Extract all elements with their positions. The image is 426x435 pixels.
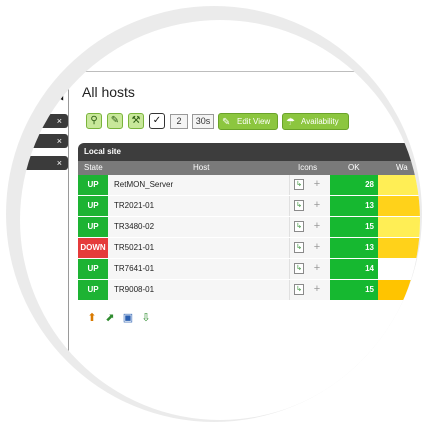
header-divider (70, 71, 420, 72)
icons-cell: ↳ + (290, 196, 330, 216)
host-link[interactable]: TR9008-01 (108, 280, 290, 300)
left-panel-border (68, 71, 69, 371)
edit-view-label: Edit View (237, 117, 271, 126)
warn-count[interactable]: 1 (378, 217, 420, 237)
close-icon: × (56, 158, 62, 168)
ok-count[interactable]: 14 (330, 259, 378, 279)
state-badge: UP (78, 217, 108, 237)
col-host[interactable]: Host (193, 161, 209, 175)
graph-icon[interactable]: + (312, 221, 322, 232)
pencil-icon: ✎ (222, 117, 231, 128)
filter-icon[interactable]: ✎ (107, 113, 123, 129)
graph-icon[interactable]: + (312, 242, 322, 253)
page-title: All hosts (82, 84, 135, 100)
table-row[interactable]: UPTR2021-01↳+132 (78, 196, 420, 217)
host-link[interactable]: RetMON_Server (108, 175, 290, 195)
close-tab-button-1[interactable]: × (20, 114, 68, 128)
table-row[interactable]: UPTR3480-02↳+151 (78, 217, 420, 238)
refresh-interval-box[interactable]: 30s (192, 114, 214, 129)
table-row[interactable]: DOWNTR5021-01↳+131 (78, 238, 420, 259)
graph-icon[interactable]: + (312, 200, 322, 211)
warn-count[interactable]: 0 (378, 259, 420, 279)
ok-count[interactable]: 28 (330, 175, 378, 195)
edit-view-button[interactable]: ✎ Edit View (218, 113, 278, 130)
graph-icon[interactable]: + (312, 263, 322, 274)
action-icon[interactable]: ↳ (294, 179, 304, 190)
screen-content: × × × ◀ All hosts ⚲ ✎ ⚒ ✓ 2 30s ✎ Edit V… (20, 20, 420, 420)
col-wa[interactable]: Wa (396, 161, 408, 175)
action-icon[interactable]: ↳ (294, 242, 304, 253)
icons-cell: ↳ + (290, 259, 330, 279)
site-header: Local site (78, 143, 420, 161)
download-icon[interactable]: ⇩ (140, 312, 152, 324)
wrench-icon[interactable]: ⚒ (128, 113, 144, 129)
column-headers: State Host Icons OK Wa (78, 161, 420, 175)
search-icon[interactable]: ⚲ (86, 113, 102, 129)
host-link[interactable]: TR7641-01 (108, 259, 290, 279)
ok-count[interactable]: 15 (330, 280, 378, 300)
table-row[interactable]: UP TR9008-01 ↳ +15 (78, 280, 420, 301)
table-body: UPRetMON_Server↳+281UPTR2021-01↳+132UPTR… (78, 175, 420, 301)
icons-cell: ↳ + (290, 175, 330, 195)
ok-count[interactable]: 13 (330, 238, 378, 258)
action-icon[interactable]: ↳ (294, 284, 304, 295)
graph-icon[interactable]: + (312, 284, 322, 295)
close-tab-button-3[interactable]: × (20, 156, 68, 170)
ok-count[interactable]: 13 (330, 196, 378, 216)
refresh-count-box[interactable]: 2 (170, 114, 188, 129)
action-icon[interactable]: ↳ (294, 221, 304, 232)
circular-frame: × × × ◀ All hosts ⚲ ✎ ⚒ ✓ 2 30s ✎ Edit V… (6, 6, 422, 422)
table-row[interactable]: UPRetMON_Server↳+281 (78, 175, 420, 196)
warn-count[interactable]: 2 (378, 196, 420, 216)
table-row[interactable]: UPTR7641-01↳+140 (78, 259, 420, 280)
state-badge: UP (78, 280, 108, 300)
icons-cell: ↳ + (290, 217, 330, 237)
action-icon[interactable]: ↳ (294, 200, 304, 211)
warn-count[interactable]: 1 (378, 175, 420, 195)
icons-cell: ↳ + (290, 238, 330, 258)
circular-viewport: × × × ◀ All hosts ⚲ ✎ ⚒ ✓ 2 30s ✎ Edit V… (20, 20, 420, 420)
state-badge: DOWN (78, 238, 108, 258)
ok-count[interactable]: 15 (330, 217, 378, 237)
graph-icon[interactable]: + (312, 179, 322, 190)
export-icon[interactable]: ⬆ (86, 312, 98, 324)
col-icons[interactable]: Icons (298, 161, 317, 175)
collapse-arrow-icon[interactable]: ◀ (54, 88, 63, 102)
availability-icon: ☂ (286, 117, 295, 128)
warn-count[interactable] (378, 280, 420, 300)
save-icon[interactable]: ▣ (122, 312, 134, 324)
col-ok[interactable]: OK (348, 161, 360, 175)
col-state[interactable]: State (84, 161, 103, 175)
availability-button[interactable]: ☂ Availability (282, 113, 349, 130)
left-panel-top-border (20, 71, 69, 72)
close-icon: × (56, 116, 62, 126)
close-icon: × (56, 136, 62, 146)
state-badge: UP (78, 259, 108, 279)
host-link[interactable]: TR5021-01 (108, 238, 290, 258)
host-link[interactable]: TR2021-01 (108, 196, 290, 216)
availability-label: Availability (301, 117, 339, 126)
add-icon[interactable]: ⬈ (104, 312, 116, 324)
icons-cell: ↳ + (290, 280, 330, 300)
host-link[interactable]: TR3480-02 (108, 217, 290, 237)
state-badge: UP (78, 196, 108, 216)
close-tab-button-2[interactable]: × (20, 134, 68, 148)
state-badge: UP (78, 175, 108, 195)
warn-count[interactable]: 1 (378, 238, 420, 258)
action-icon[interactable]: ↳ (294, 263, 304, 274)
left-panel: × × × (20, 71, 70, 371)
hosts-table: Local site State Host Icons OK Wa UP RetM… (78, 143, 420, 301)
checkbox-icon[interactable]: ✓ (149, 113, 165, 129)
